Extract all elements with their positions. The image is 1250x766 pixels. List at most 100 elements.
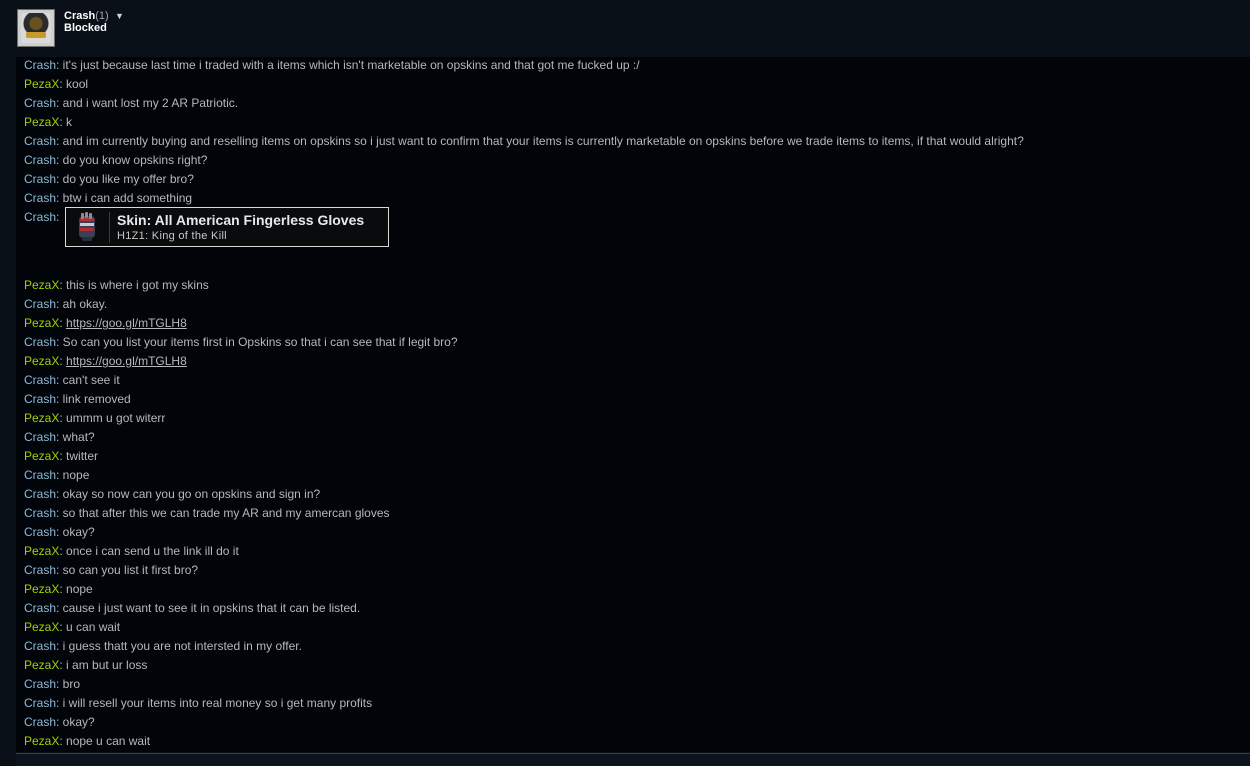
message-text: : nope — [56, 468, 90, 482]
message-sender: Crash — [24, 506, 57, 520]
chat-input[interactable] — [16, 753, 1250, 766]
message-sender: Crash — [24, 191, 57, 205]
message-sender: PezaX — [24, 582, 60, 596]
message-text: : it's just because last time i traded w… — [56, 58, 640, 72]
message-text: : and i want lost my 2 AR Patriotic. — [56, 96, 239, 110]
friend-status: Blocked — [64, 22, 107, 34]
message-text: : kool — [59, 77, 89, 91]
message-sender: Crash — [24, 172, 57, 186]
chat-message: Crash: and i want lost my 2 AR Patriotic… — [24, 96, 238, 110]
message-text: : twitter — [59, 449, 99, 463]
message-sender: PezaX — [24, 734, 60, 748]
chat-message: Crash: btw i can add something — [24, 191, 192, 205]
message-sender: Crash — [24, 696, 57, 710]
item-game: H1Z1: King of the Kill — [117, 230, 227, 242]
message-sender: Crash — [24, 96, 57, 110]
message-text: : bro — [56, 677, 81, 691]
message-text: : this is where i got my skins — [59, 278, 209, 292]
item-divider — [109, 212, 110, 243]
chat-message: PezaX: once i can send u the link ill do… — [24, 544, 239, 558]
message-sender: Crash — [24, 601, 57, 615]
message-link[interactable]: https://goo.gl/mTGLH8 — [66, 316, 187, 330]
chat-message: Crash: do you know opskins right? — [24, 153, 207, 167]
caret-down-icon[interactable]: ▼ — [115, 11, 124, 21]
chat-message: PezaX: nope — [24, 582, 93, 596]
message-sender: PezaX — [24, 544, 60, 558]
item-title[interactable]: Skin: All American Fingerless Gloves — [117, 212, 364, 228]
message-sender: PezaX — [24, 658, 60, 672]
friend-count: (1) — [95, 10, 109, 22]
friend-name-text: Crash — [64, 10, 96, 22]
chat-message: Crash: okay? — [24, 525, 95, 539]
chat-message: Crash: do you like my offer bro? — [24, 172, 194, 186]
message-text: : and im currently buying and reselling … — [56, 134, 1024, 148]
message-text: : btw i can add something — [56, 191, 193, 205]
chat-message: PezaX: twitter — [24, 449, 98, 463]
chat-message: Crash: so that after this we can trade m… — [24, 506, 390, 520]
chat-message: Crash: so can you list it first bro? — [24, 563, 198, 577]
avatar-image — [21, 13, 51, 43]
message-sender: Crash — [24, 430, 57, 444]
chat-header: Crash(1) ▼ Blocked — [0, 0, 1250, 59]
chat-message: PezaX: ummm u got witerr — [24, 411, 165, 425]
message-sender: Crash — [24, 210, 57, 224]
chat-message: Crash: — [24, 210, 59, 224]
message-sender: Crash — [24, 58, 57, 72]
message-text: : do you like my offer bro? — [56, 172, 194, 186]
message-text: : k — [59, 115, 73, 129]
friend-avatar[interactable] — [17, 9, 55, 47]
message-text: : okay? — [56, 525, 95, 539]
chat-message: Crash: bro — [24, 677, 80, 691]
chat-message: Crash: So can you list your items first … — [24, 335, 458, 349]
message-sender: PezaX — [24, 354, 60, 368]
message-text: : okay so now can you go on opskins and … — [56, 487, 321, 501]
message-sender: Crash — [24, 525, 57, 539]
chat-message: PezaX: k — [24, 115, 72, 129]
chat-message: Crash: okay? — [24, 715, 95, 729]
message-text: : cause i just want to see it in opskins… — [56, 601, 361, 615]
chat-message: Crash: i guess thatt you are not interst… — [24, 639, 302, 653]
message-text: : — [56, 210, 60, 224]
item-card[interactable]: Skin: All American Fingerless Gloves H1Z… — [65, 207, 389, 247]
chat-log[interactable]: Crash: it's just because last time i tra… — [16, 57, 1250, 752]
message-sender: PezaX — [24, 115, 60, 129]
chat-message: Crash: ah okay. — [24, 297, 107, 311]
chat-message: Crash: i will resell your items into rea… — [24, 696, 372, 710]
message-text: : i am but ur loss — [59, 658, 148, 672]
message-text: : So can you list your items first in Op… — [56, 335, 458, 349]
message-sender: Crash — [24, 715, 57, 729]
message-sender: PezaX — [24, 449, 60, 463]
message-text: : i will resell your items into real mon… — [56, 696, 373, 710]
chat-message: PezaX: i am but ur loss — [24, 658, 147, 672]
message-sender: Crash — [24, 134, 57, 148]
message-sender: Crash — [24, 639, 57, 653]
message-text: : so can you list it first bro? — [56, 563, 199, 577]
message-sender: Crash — [24, 487, 57, 501]
chat-message: Crash: what? — [24, 430, 95, 444]
message-text: : ah okay. — [56, 297, 108, 311]
message-text: : once i can send u the link ill do it — [59, 544, 239, 558]
message-sender: Crash — [24, 468, 57, 482]
message-sender: Crash — [24, 677, 57, 691]
message-sender: PezaX — [24, 278, 60, 292]
message-text: : u can wait — [59, 620, 121, 634]
message-sender: Crash — [24, 297, 57, 311]
message-text: : so that after this we can trade my AR … — [56, 506, 390, 520]
chat-message: Crash: link removed — [24, 392, 131, 406]
message-sender: Crash — [24, 392, 57, 406]
glove-icon — [72, 211, 102, 243]
chat-message: Crash: can't see it — [24, 373, 120, 387]
message-sender: PezaX — [24, 411, 60, 425]
message-text: : nope u can wait — [59, 734, 151, 748]
message-text: : ummm u got witerr — [59, 411, 166, 425]
message-text: : do you know opskins right? — [56, 153, 208, 167]
chat-message: Crash: okay so now can you go on opskins… — [24, 487, 320, 501]
message-text: : can't see it — [56, 373, 120, 387]
chat-message: PezaX: https://goo.gl/mTGLH8 — [24, 354, 187, 368]
message-text: : i guess thatt you are not intersted in… — [56, 639, 302, 653]
message-text: : link removed — [56, 392, 131, 406]
message-sender: PezaX — [24, 316, 60, 330]
message-link[interactable]: https://goo.gl/mTGLH8 — [66, 354, 187, 368]
message-sender: Crash — [24, 563, 57, 577]
chat-message: PezaX: nope u can wait — [24, 734, 150, 748]
